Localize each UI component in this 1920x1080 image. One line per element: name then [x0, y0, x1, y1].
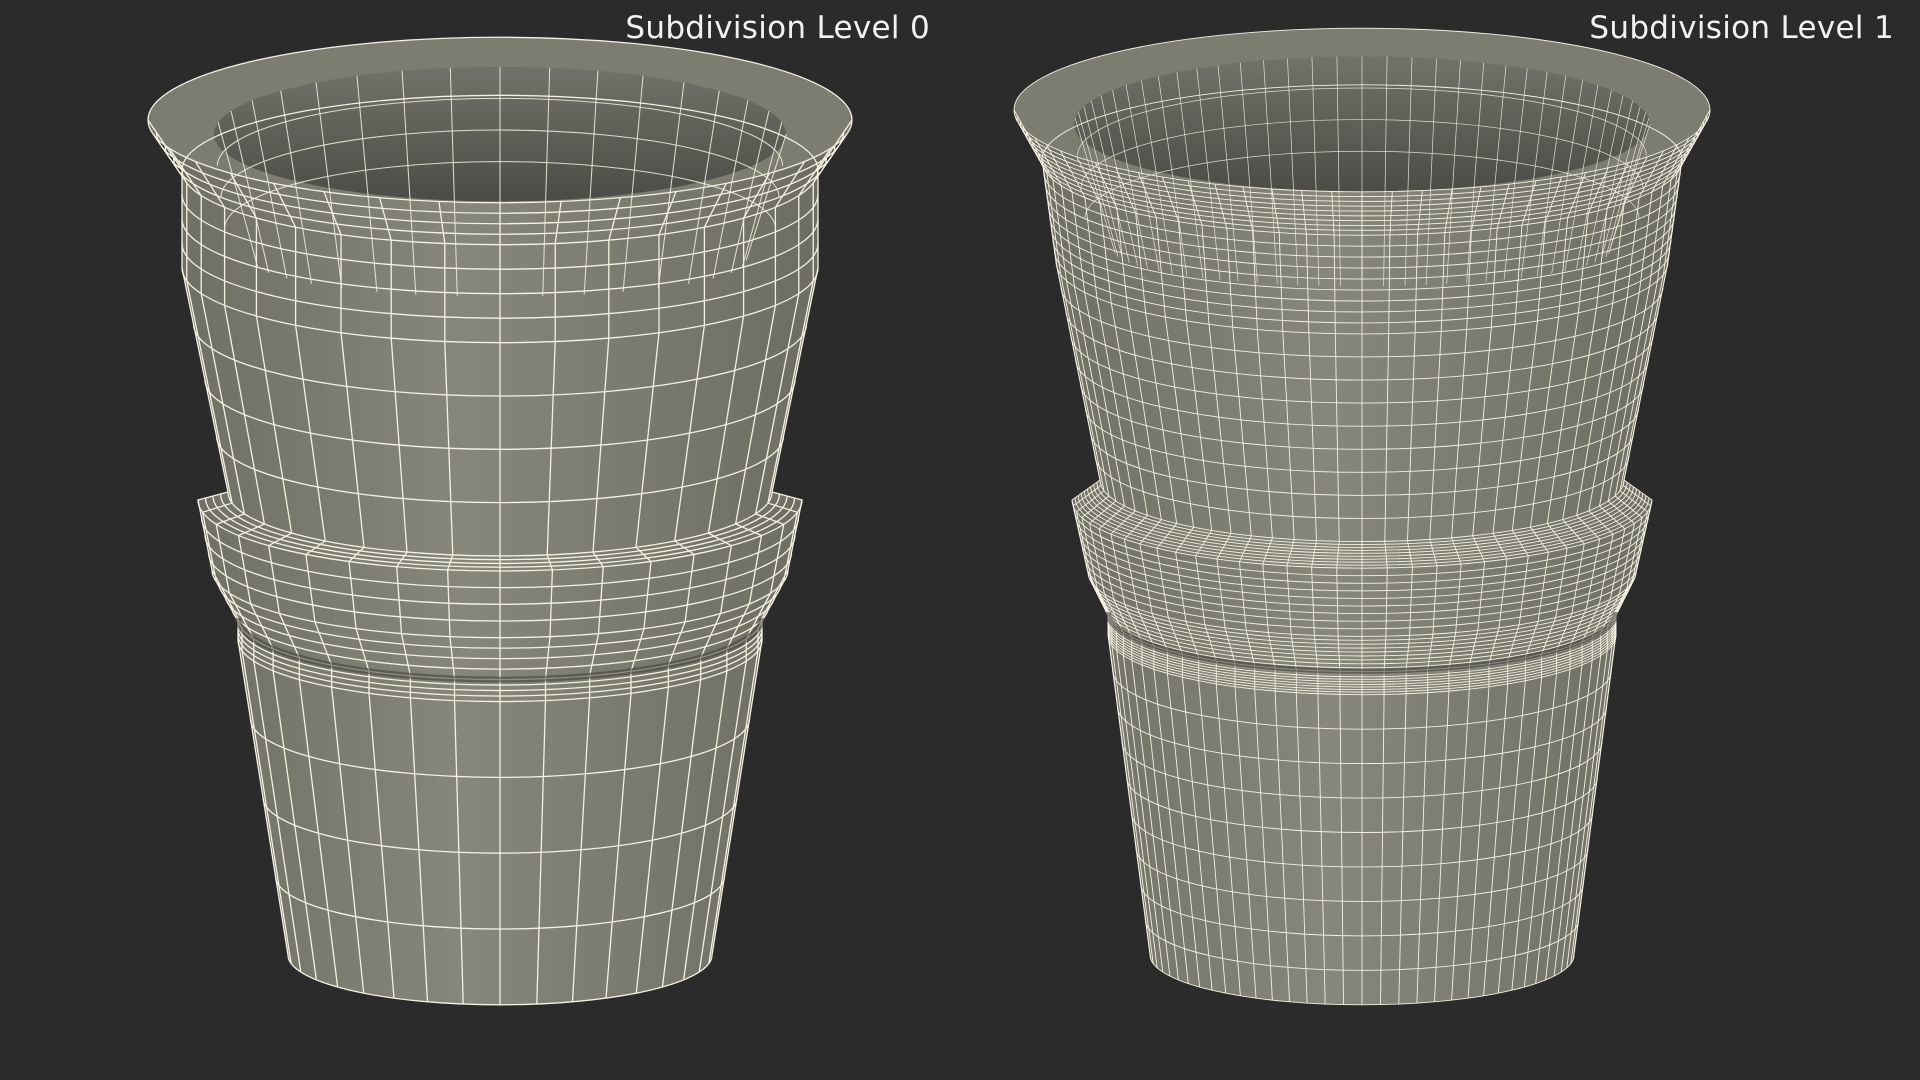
cup1-group [1013, 27, 1711, 1006]
panel-subdivision-0: Subdivision Level 0 [0, 0, 960, 1080]
cup-mesh-level-0 [147, 36, 853, 1006]
viewport: Subdivision Level 0 Subdivision Level 1 [0, 0, 1920, 1080]
cup0-group [147, 36, 853, 1006]
panel-subdivision-1: Subdivision Level 1 [960, 0, 1920, 1080]
cup-mesh-level-1 [1013, 27, 1711, 1006]
